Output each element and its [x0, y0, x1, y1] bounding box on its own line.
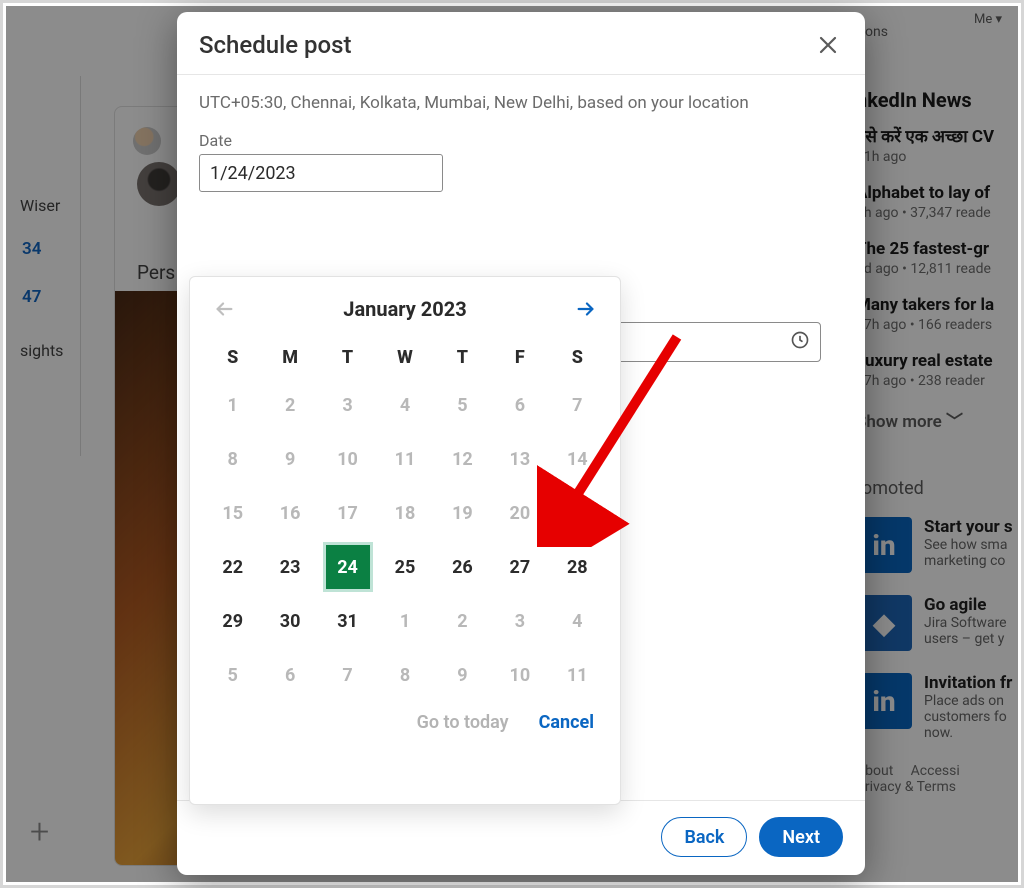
- calendar-day: 4: [376, 382, 433, 428]
- modal-footer: Back Next: [177, 800, 865, 875]
- modal-body: UTC+05:30, Chennai, Kolkata, Mumbai, New…: [177, 75, 865, 800]
- calendar-day[interactable]: 26: [434, 544, 491, 590]
- calendar-day: 19: [434, 490, 491, 536]
- calendar-day: 1: [204, 382, 261, 428]
- calendar-dow: M: [261, 341, 318, 374]
- next-month-icon[interactable]: [572, 295, 600, 323]
- calendar-day[interactable]: 23: [261, 544, 318, 590]
- calendar-day[interactable]: 31: [319, 598, 376, 644]
- date-picker: January 2023 SMTWTFS12345678910111213141…: [189, 276, 621, 805]
- calendar-dow: F: [491, 341, 548, 374]
- clock-icon: [790, 330, 810, 354]
- calendar-day: 6: [261, 652, 318, 698]
- calendar-day: 5: [204, 652, 261, 698]
- calendar-dow: W: [376, 341, 433, 374]
- calendar-day: 11: [376, 436, 433, 482]
- calendar-day: 7: [319, 652, 376, 698]
- calendar-dow: S: [549, 341, 606, 374]
- back-button[interactable]: Back: [661, 817, 747, 857]
- calendar-day[interactable]: 21: [549, 490, 606, 536]
- calendar-day: 11: [549, 652, 606, 698]
- prev-month-icon: [210, 295, 238, 323]
- next-button[interactable]: Next: [759, 817, 843, 857]
- month-label: January 2023: [343, 297, 466, 321]
- calendar-day: 9: [261, 436, 318, 482]
- calendar-day: 17: [319, 490, 376, 536]
- modal-title: Schedule post: [199, 31, 352, 59]
- schedule-post-modal: Schedule post UTC+05:30, Chennai, Kolkat…: [177, 12, 865, 875]
- calendar-day: 1: [376, 598, 433, 644]
- calendar-day: 2: [261, 382, 318, 428]
- calendar-day-selected[interactable]: 24: [326, 545, 370, 589]
- calendar-day: 3: [491, 598, 548, 644]
- calendar-day: 4: [549, 598, 606, 644]
- calendar-day: 15: [204, 490, 261, 536]
- calendar-day: 18: [376, 490, 433, 536]
- calendar-footer: Go to today Cancel: [204, 698, 606, 739]
- calendar-cancel[interactable]: Cancel: [539, 712, 594, 733]
- calendar-day: 12: [434, 436, 491, 482]
- calendar-dow: T: [434, 341, 491, 374]
- close-icon[interactable]: [813, 30, 843, 60]
- calendar-day: 9: [434, 652, 491, 698]
- date-label: Date: [199, 131, 843, 150]
- timezone-line: UTC+05:30, Chennai, Kolkata, Mumbai, New…: [199, 93, 843, 113]
- calendar-day: 13: [491, 436, 548, 482]
- calendar-day: 6: [491, 382, 548, 428]
- calendar-day: 20: [491, 490, 548, 536]
- calendar-header: January 2023: [204, 295, 606, 323]
- calendar-day[interactable]: 25: [376, 544, 433, 590]
- calendar-day: 14: [549, 436, 606, 482]
- calendar-day: 10: [319, 436, 376, 482]
- calendar-dow: S: [204, 341, 261, 374]
- calendar-day: 10: [491, 652, 548, 698]
- time-input[interactable]: [603, 322, 821, 362]
- calendar-day[interactable]: 29: [204, 598, 261, 644]
- calendar-day[interactable]: 30: [261, 598, 318, 644]
- calendar-day: 8: [376, 652, 433, 698]
- calendar-day[interactable]: 28: [549, 544, 606, 590]
- time-row: [603, 322, 821, 362]
- calendar-dow: T: [319, 341, 376, 374]
- calendar-grid: SMTWTFS123456789101112131415161718192021…: [204, 341, 606, 698]
- calendar-day: 7: [549, 382, 606, 428]
- calendar-day[interactable]: 27: [491, 544, 548, 590]
- date-input-value: 1/24/2023: [210, 163, 296, 184]
- calendar-day: 16: [261, 490, 318, 536]
- modal-header: Schedule post: [177, 12, 865, 75]
- go-to-today: Go to today: [417, 712, 509, 733]
- date-input[interactable]: 1/24/2023: [199, 154, 443, 192]
- calendar-day: 2: [434, 598, 491, 644]
- calendar-day: 5: [434, 382, 491, 428]
- calendar-day: 8: [204, 436, 261, 482]
- calendar-day[interactable]: 22: [204, 544, 261, 590]
- calendar-day: 3: [319, 382, 376, 428]
